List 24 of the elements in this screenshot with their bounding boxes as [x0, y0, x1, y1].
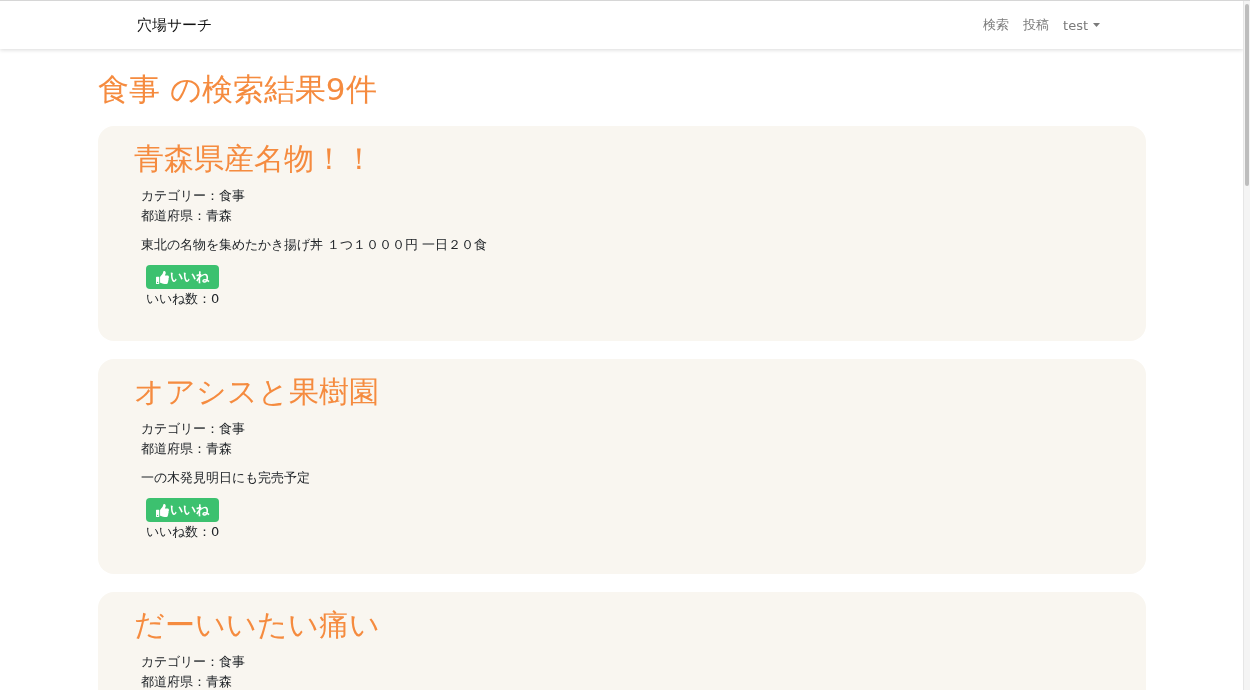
results-heading: 食事 の検索結果9件	[98, 71, 378, 108]
result-title: オアシスと果樹園	[134, 374, 380, 410]
nav-link[interactable]: 検索	[983, 16, 1010, 34]
prefecture-text: 都道府県：青森	[141, 440, 232, 458]
result-title: 青森県産名物！！	[134, 141, 375, 177]
like-button[interactable]: いいね	[146, 265, 219, 289]
result-title: だーいいたい痛い	[134, 607, 381, 643]
like-count: いいね数：0	[146, 290, 220, 308]
prefecture-text: 都道府県：青森	[141, 207, 232, 225]
category-text: カテゴリー：食事	[141, 420, 245, 438]
scrollbar-thumb[interactable]	[1245, 4, 1249, 186]
description-text: 東北の名物を集めたかき揚げ丼 １つ１０００円 一日２０食	[141, 236, 488, 254]
nav-link[interactable]: 投稿	[1023, 16, 1050, 34]
like-count: いいね数：0	[146, 523, 220, 541]
description-text: 一の木発見明日にも完売予定	[141, 469, 310, 487]
prefecture-text: 都道府県：青森	[141, 673, 232, 690]
category-text: カテゴリー：食事	[141, 653, 245, 671]
like-button[interactable]: いいね	[146, 498, 219, 522]
thumbs-up-icon	[156, 270, 169, 284]
caret-icon	[1093, 23, 1100, 27]
brand-link[interactable]: 穴場サーチ	[137, 15, 212, 35]
user-menu[interactable]: test	[1063, 17, 1100, 33]
category-text: カテゴリー：食事	[141, 187, 245, 205]
thumbs-up-icon	[156, 503, 169, 517]
